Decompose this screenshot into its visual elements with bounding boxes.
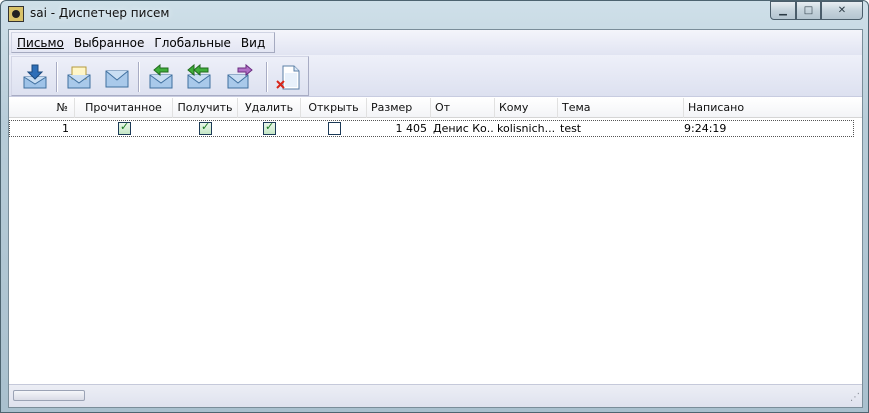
app-icon[interactable] [8,6,24,22]
cell-number: 1 [62,122,69,135]
cell-size: 1 405 [395,122,428,135]
forward-icon [227,63,253,89]
delete-mail-button[interactable] [274,63,304,91]
application-window: sai - Диспетчер писем ▁ □ ✕ Письмо Выбра… [0,0,869,413]
closed-envelope-icon [105,70,129,88]
column-header-from[interactable]: От [431,98,495,118]
reply-button[interactable] [146,63,176,91]
reply-all-icon [187,63,211,89]
client-area: Письмо Выбранное Глобальные Вид № Прочит… [8,29,863,408]
menu-vid[interactable]: Вид [236,33,270,52]
cell-written: 9:24:19 [684,122,727,135]
column-header-subject[interactable]: Тема [558,98,684,118]
delete-mail-icon [276,65,300,90]
cell-to: kolisnich... [497,122,556,135]
maximize-button[interactable]: □ [796,1,821,20]
read-checkbox[interactable] [118,120,131,135]
receive-checkbox[interactable] [199,120,212,135]
minimize-button[interactable]: ▁ [770,1,796,20]
download-mail-icon [23,64,47,89]
forward-button[interactable] [224,63,254,91]
horizontal-scrollbar[interactable] [13,390,85,401]
menu-pismo[interactable]: Письмо [12,33,69,52]
menu-vybrannoe[interactable]: Выбранное [69,33,150,52]
column-header-to[interactable]: Кому [495,98,558,118]
reply-all-button[interactable] [184,63,214,91]
cell-subject: test [560,122,582,135]
menu-globalnye[interactable]: Глобальные [149,33,236,52]
column-header-size[interactable]: Размер [367,98,431,118]
column-header-number[interactable]: № [9,98,75,118]
close-button[interactable]: ✕ [821,1,863,20]
list-header: № Прочитанное Получить Удалить Открыть Р… [9,98,862,118]
window-title: sai - Диспетчер писем [30,6,170,20]
column-header-written[interactable]: Написано [684,98,862,118]
open-checkbox[interactable] [328,122,341,135]
download-mail-button[interactable] [20,63,50,91]
toolbar [9,55,862,97]
reply-icon [149,63,173,89]
table-row[interactable]: 1 1 405 Денис Ко... kolisnich... test 9:… [9,120,854,137]
title-bar[interactable]: sai - Диспетчер писем ▁ □ ✕ [1,1,868,27]
column-header-delete[interactable]: Удалить [238,98,301,118]
resize-grip-icon[interactable]: ⋰ [848,393,860,405]
delete-checkbox[interactable] [263,120,276,135]
column-header-open[interactable]: Открыть [301,98,367,118]
menu-bar: Письмо Выбранное Глобальные Вид [9,30,862,55]
column-header-receive[interactable]: Получить [173,98,238,118]
column-header-read[interactable]: Прочитанное [75,98,173,118]
open-envelope-icon [67,66,91,89]
status-bar: ⋰ [9,384,862,407]
close-icon: ✕ [837,5,847,16]
mark-unread-button[interactable] [102,63,132,91]
mark-read-button[interactable] [64,63,94,91]
cell-from: Денис Ко... [433,122,494,135]
message-list[interactable]: № Прочитанное Получить Удалить Открыть Р… [9,98,862,384]
